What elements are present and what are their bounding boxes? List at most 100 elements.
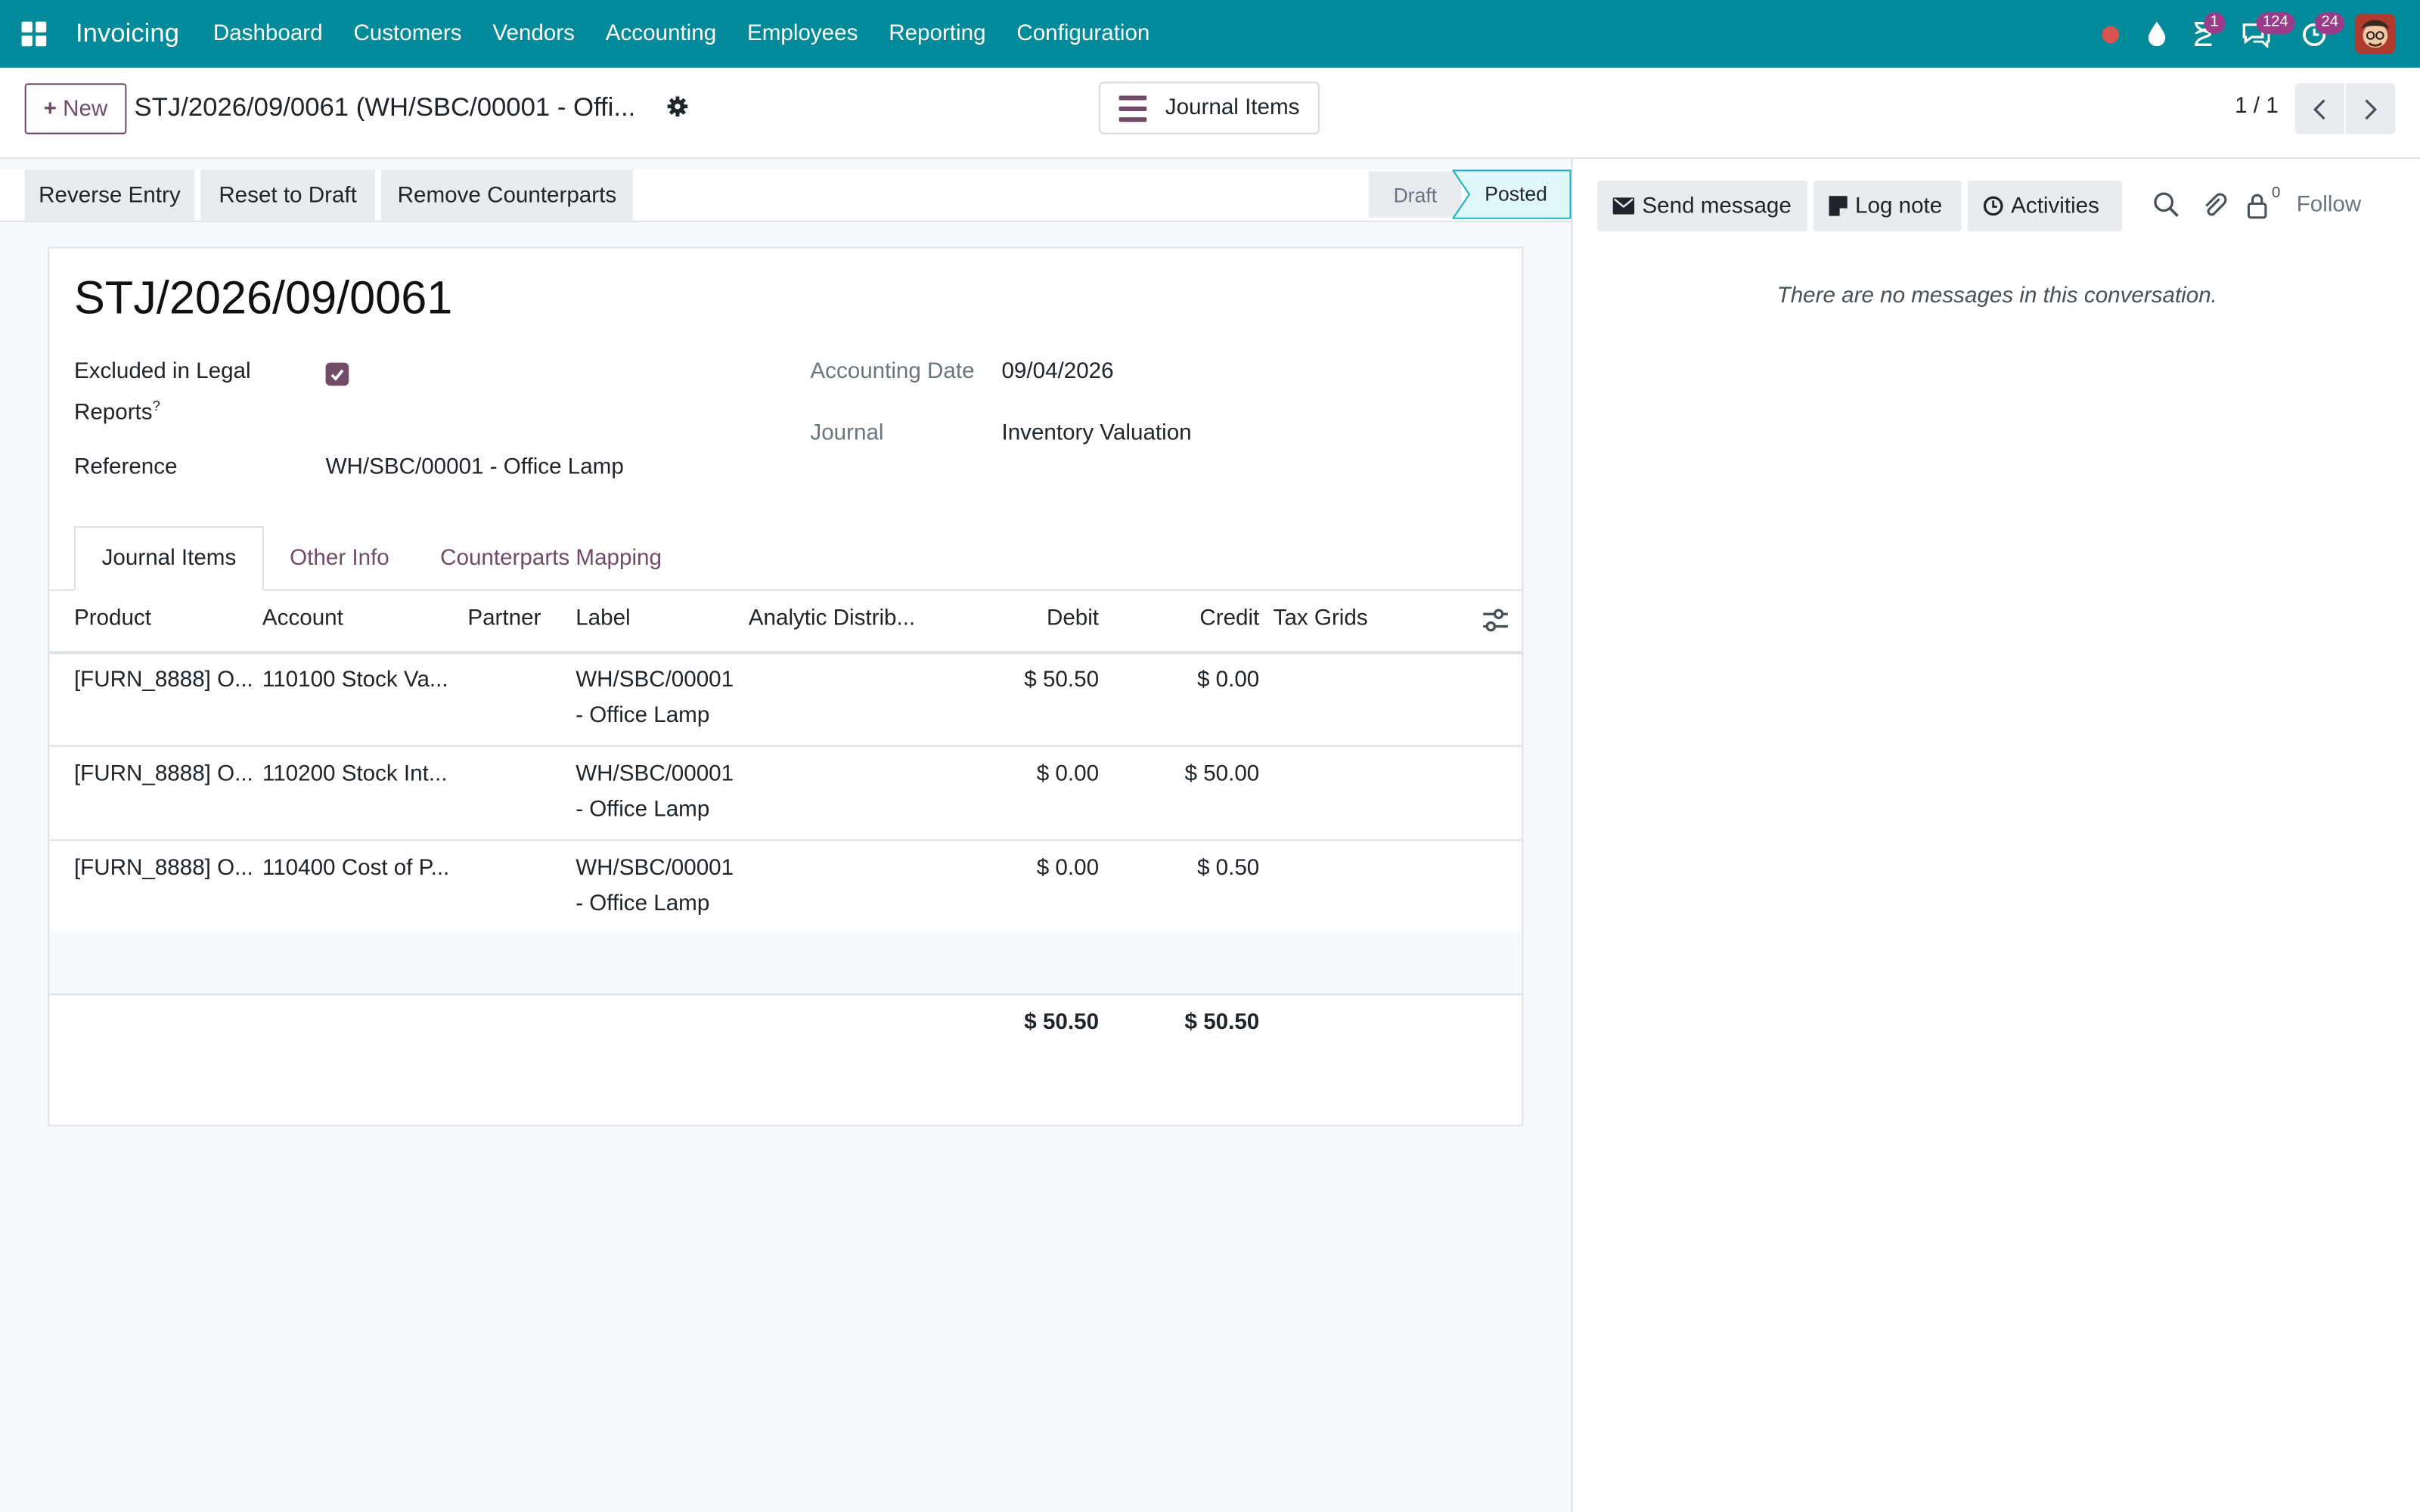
cell-credit: $ 50.00 bbox=[1184, 762, 1260, 787]
menu-vendors[interactable]: Vendors bbox=[477, 0, 590, 68]
reset-to-draft-button[interactable]: Reset to Draft bbox=[200, 169, 375, 221]
menu-accounting[interactable]: Accounting bbox=[590, 0, 731, 68]
reference-field[interactable]: WH/SBC/00001 - Office Lamp bbox=[326, 455, 624, 480]
reference-label: Reference bbox=[73, 455, 178, 480]
activities-button[interactable]: Activities bbox=[1968, 180, 2123, 232]
excluded-legal-label-line2: Reports bbox=[73, 401, 153, 426]
menu-configuration[interactable]: Configuration bbox=[1001, 0, 1165, 68]
cell-debit: $ 0.00 bbox=[1036, 762, 1100, 787]
col-debit[interactable]: Debit bbox=[929, 606, 1099, 631]
col-account[interactable]: Account bbox=[262, 606, 343, 631]
journal-items-smart-button[interactable]: Journal Items bbox=[1099, 82, 1320, 135]
cell-credit: $ 0.00 bbox=[1196, 668, 1260, 693]
debug-button[interactable] bbox=[2133, 0, 2179, 68]
gear-icon[interactable] bbox=[666, 94, 690, 119]
clock-icon bbox=[1983, 196, 2003, 216]
excluded-legal-checkbox[interactable] bbox=[325, 362, 349, 386]
total-credit: $ 50.50 bbox=[1184, 1010, 1260, 1036]
paperclip-icon[interactable] bbox=[2199, 190, 2230, 221]
col-analytic[interactable]: Analytic Distrib... bbox=[749, 606, 915, 631]
cell-debit: $ 0.00 bbox=[1036, 856, 1100, 881]
tab-journal-items[interactable]: Journal Items bbox=[73, 525, 264, 591]
breadcrumb: STJ/2026/09/0061 (WH/SBC/00001 - Offi... bbox=[134, 92, 636, 122]
menu-reporting[interactable]: Reporting bbox=[873, 0, 1001, 68]
status-posted[interactable]: Posted bbox=[1452, 169, 1571, 219]
user-avatar[interactable] bbox=[2355, 14, 2396, 54]
record-dot-icon bbox=[2101, 25, 2118, 43]
apps-grid-icon bbox=[21, 21, 47, 47]
label-line2: - Office Lamp bbox=[576, 798, 710, 823]
cell-product: [FURN_8888] O... bbox=[73, 668, 253, 693]
notebook-tabs: Journal Items Other Info Counterparts Ma… bbox=[73, 525, 1497, 591]
status-posted-label: Posted bbox=[1485, 181, 1547, 206]
form-sheet: STJ/2026/09/0061 Excluded in Legal Repor… bbox=[48, 246, 1524, 1126]
journal-items-label: Journal Items bbox=[1165, 95, 1300, 121]
add-line-row[interactable] bbox=[49, 931, 1522, 994]
pager-next-button[interactable] bbox=[2346, 83, 2396, 135]
droplet-icon bbox=[2147, 21, 2165, 47]
activity-button[interactable]: 1 bbox=[2180, 0, 2226, 68]
list-bars-icon bbox=[1118, 94, 1147, 122]
updates-button[interactable]: 24 bbox=[2287, 0, 2345, 68]
messaging-button[interactable]: 124 bbox=[2226, 0, 2295, 68]
cell-label: WH/SBC/00001 - Office Lamp bbox=[576, 758, 734, 829]
search-icon[interactable] bbox=[2152, 190, 2183, 221]
cell-account: 110200 Stock Int... bbox=[262, 762, 448, 787]
checkmark-icon bbox=[330, 368, 344, 380]
log-note-label: Log note bbox=[1855, 194, 1943, 218]
new-button-label: New bbox=[63, 96, 108, 122]
reverse-entry-button[interactable]: Reverse Entry bbox=[24, 169, 195, 221]
row-divider bbox=[49, 839, 1522, 841]
excluded-legal-label-line1: Excluded in Legal bbox=[73, 359, 251, 385]
recording-indicator[interactable] bbox=[2086, 0, 2133, 68]
header-divider bbox=[49, 651, 1522, 655]
send-message-button[interactable]: Send message bbox=[1597, 180, 1807, 232]
remove-counterparts-button[interactable]: Remove Counterparts bbox=[381, 169, 633, 221]
row-divider bbox=[49, 745, 1522, 747]
col-partner[interactable]: Partner bbox=[467, 606, 541, 631]
updates-badge: 24 bbox=[2315, 12, 2345, 34]
activities-label: Activities bbox=[2011, 194, 2099, 218]
log-note-button[interactable]: Log note bbox=[1813, 180, 1962, 232]
cell-debit: $ 50.50 bbox=[1024, 668, 1100, 693]
pager-previous-button[interactable] bbox=[2294, 83, 2344, 135]
accounting-date-field[interactable]: 09/04/2026 bbox=[1001, 360, 1113, 385]
row-divider bbox=[49, 993, 1522, 996]
optional-columns-icon[interactable] bbox=[1481, 608, 1509, 633]
pager-value[interactable]: 1 / 1 bbox=[2235, 94, 2279, 119]
chevron-right-icon bbox=[2365, 98, 2378, 119]
col-label[interactable]: Label bbox=[576, 606, 630, 631]
lock-icon[interactable] bbox=[2242, 190, 2273, 221]
entry-title: STJ/2026/09/0061 bbox=[73, 273, 453, 324]
col-credit[interactable]: Credit bbox=[1090, 606, 1259, 631]
follow-button[interactable]: Follow bbox=[2297, 193, 2362, 218]
envelope-icon bbox=[1612, 197, 1635, 215]
send-message-label: Send message bbox=[1642, 194, 1792, 218]
col-product[interactable]: Product bbox=[74, 606, 151, 631]
journal-label: Journal bbox=[810, 421, 884, 446]
app-name[interactable]: Invoicing bbox=[76, 18, 179, 49]
cell-label: WH/SBC/00001 - Office Lamp bbox=[576, 852, 734, 923]
tab-counterparts-mapping[interactable]: Counterparts Mapping bbox=[423, 526, 679, 591]
form-statusbar: Reverse Entry Reset to Draft Remove Coun… bbox=[0, 169, 1571, 222]
chevron-left-icon bbox=[2313, 98, 2325, 119]
app-menu-button[interactable] bbox=[0, 0, 68, 68]
cell-label: WH/SBC/00001 - Office Lamp bbox=[576, 664, 734, 735]
cell-product: [FURN_8888] O... bbox=[73, 762, 253, 787]
tab-other-info[interactable]: Other Info bbox=[268, 526, 411, 591]
menu-dashboard[interactable]: Dashboard bbox=[197, 0, 338, 68]
cell-account: 110400 Cost of P... bbox=[262, 856, 450, 881]
excluded-legal-label: Excluded in Legal Reports? bbox=[74, 355, 251, 430]
status-draft[interactable]: Draft bbox=[1369, 171, 1462, 218]
journal-field[interactable]: Inventory Valuation bbox=[1001, 421, 1191, 446]
new-button[interactable]: + New bbox=[24, 83, 127, 135]
help-tooltip-mark[interactable]: ? bbox=[153, 398, 160, 414]
menu-customers[interactable]: Customers bbox=[338, 0, 477, 68]
col-tax-grids[interactable]: Tax Grids bbox=[1274, 606, 1368, 631]
cell-credit: $ 0.50 bbox=[1196, 856, 1260, 881]
activity-badge: 1 bbox=[2204, 12, 2225, 34]
label-line1: WH/SBC/00001 bbox=[576, 668, 734, 693]
control-panel: + New STJ/2026/09/0061 (WH/SBC/00001 - O… bbox=[0, 67, 2420, 160]
empty-conversation-message: There are no messages in this conversati… bbox=[1776, 284, 2217, 309]
menu-employees[interactable]: Employees bbox=[732, 0, 873, 68]
